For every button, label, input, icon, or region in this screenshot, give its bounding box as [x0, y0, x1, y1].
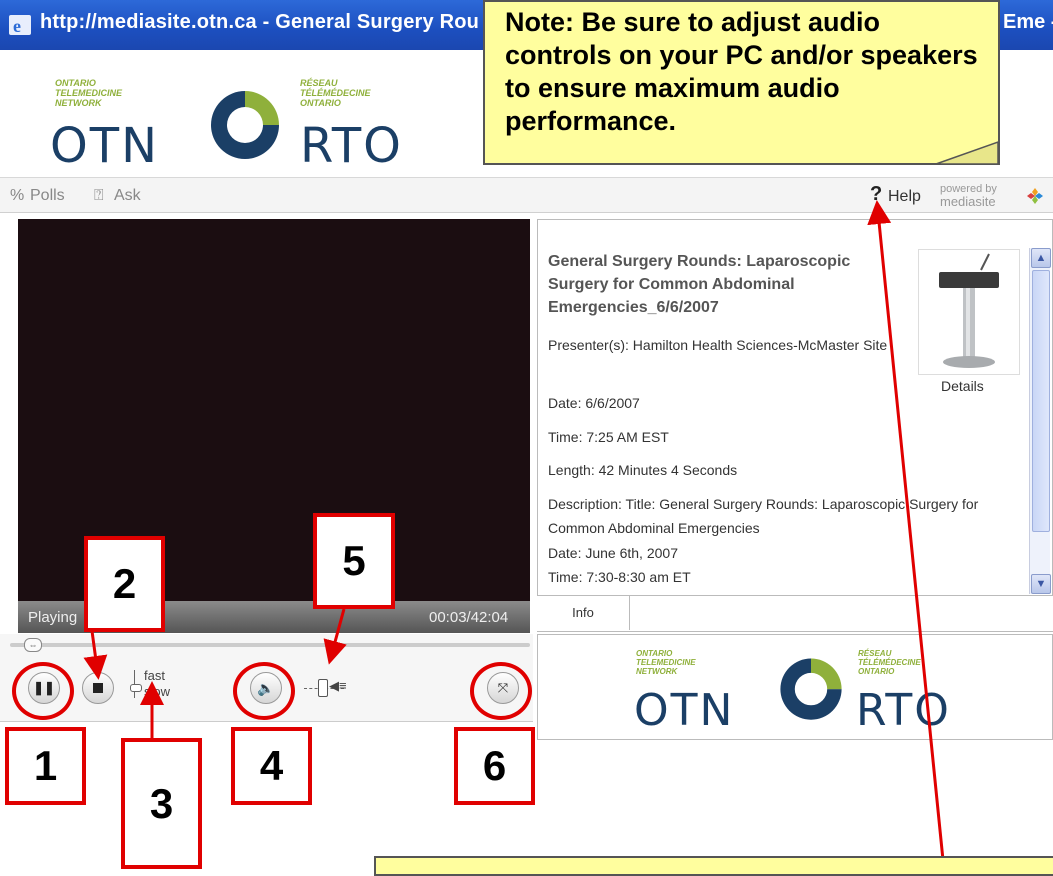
callout-label-4: 4	[231, 727, 312, 805]
callout-label-2: 2	[84, 536, 165, 632]
note-fold-icon	[935, 140, 999, 165]
audio-note: Note: Be sure to adjust audio controls o…	[483, 0, 1000, 165]
callout-label-5: 5	[313, 513, 395, 609]
callout-label-1: 1	[5, 727, 86, 805]
callout-label-3: 3	[121, 738, 202, 869]
bottom-note	[374, 856, 1053, 876]
callout-label-6: 6	[454, 727, 535, 805]
